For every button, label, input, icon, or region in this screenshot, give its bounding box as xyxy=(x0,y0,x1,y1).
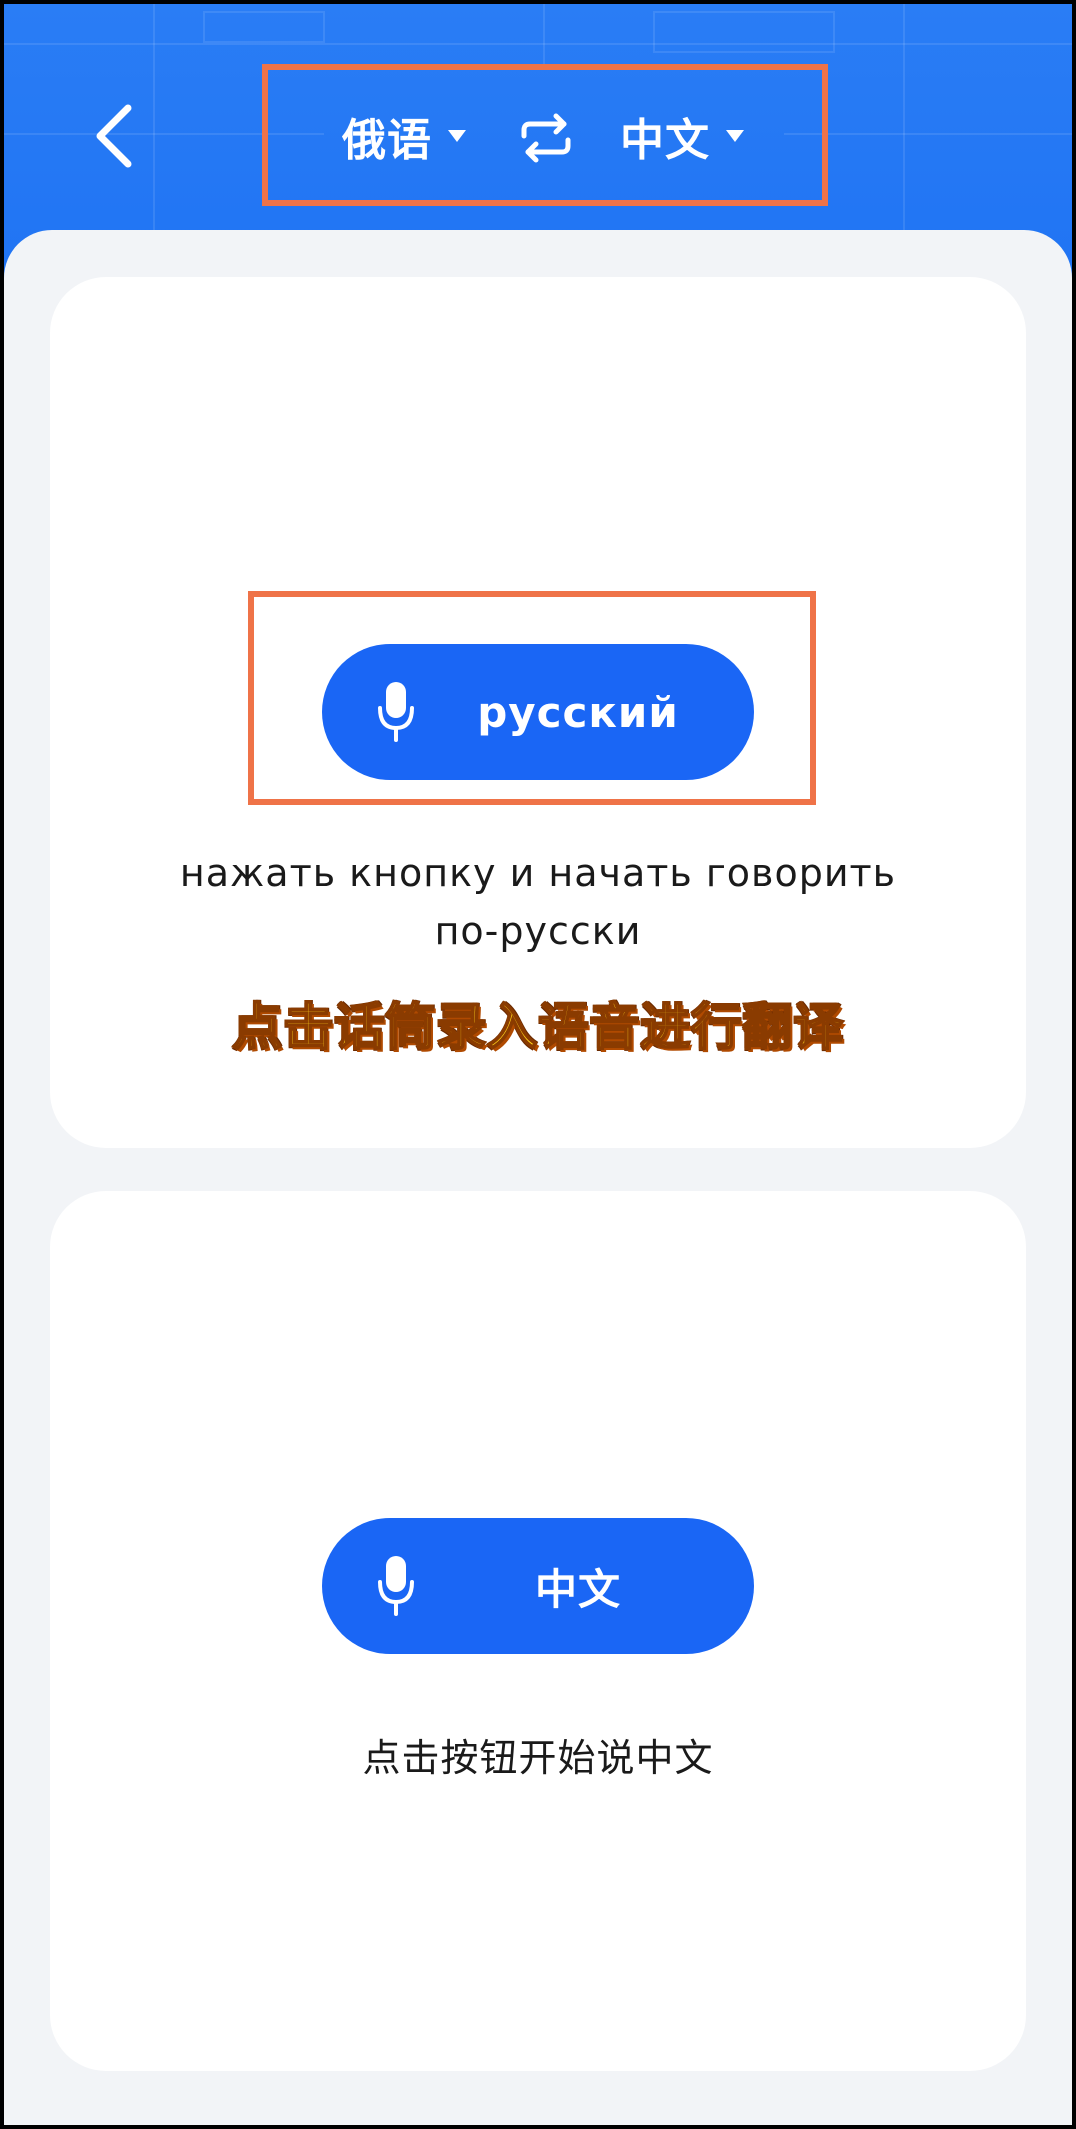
content-sheet: русский нажать кнопку и начать говорить … xyxy=(4,230,1072,2125)
target-language-label: 中文 xyxy=(620,115,710,166)
source-language-label: 俄语 xyxy=(342,115,432,166)
chevron-left-icon xyxy=(96,104,132,168)
microphone-icon xyxy=(378,682,414,742)
back-button[interactable] xyxy=(84,100,144,172)
app-screen: 俄语 中文 русский нажать кнопку и начать гов… xyxy=(4,4,1072,2125)
record-chinese-button[interactable]: 中文 xyxy=(322,1518,754,1654)
language-selector-highlight: 俄语 中文 xyxy=(262,64,828,206)
microphone-icon xyxy=(378,1556,414,1616)
swap-icon xyxy=(521,113,571,163)
record-russian-label: русский xyxy=(477,687,679,737)
source-language-panel: русский нажать кнопку и начать говорить … xyxy=(50,277,1026,1148)
swap-languages-button[interactable] xyxy=(516,112,576,164)
target-language-panel: 中文 点击按钮开始说中文 xyxy=(50,1191,1026,2071)
chinese-instruction-text: 点击按钮开始说中文 xyxy=(362,1736,714,1780)
caret-down-icon xyxy=(726,130,744,142)
caret-down-icon xyxy=(448,130,466,142)
overlay-caption: 点击话筒录入语音进行翻译 xyxy=(231,997,844,1057)
record-chinese-label: 中文 xyxy=(534,1564,621,1614)
russian-instruction-text: нажать кнопку и начать говорить по-русск… xyxy=(179,851,897,953)
record-russian-button[interactable]: русский xyxy=(322,644,754,780)
target-language-dropdown[interactable]: 中文 xyxy=(620,108,744,166)
source-language-dropdown[interactable]: 俄语 xyxy=(342,108,466,166)
